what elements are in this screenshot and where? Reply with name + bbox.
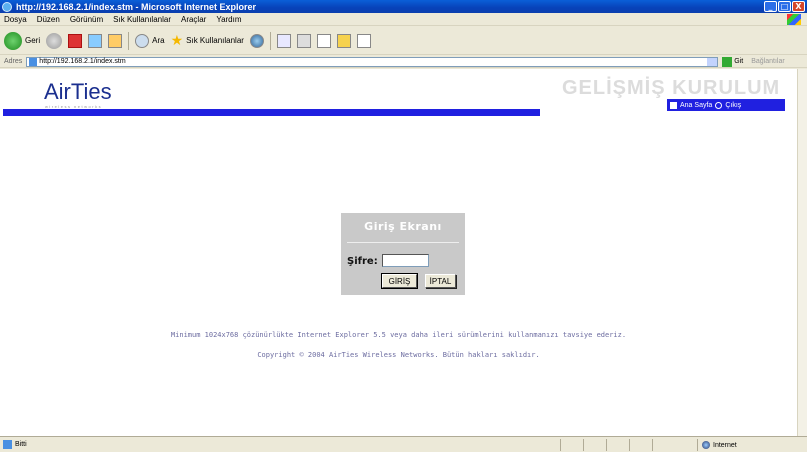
star-icon: ★ — [170, 32, 184, 48]
status-cells — [560, 439, 675, 451]
toolbar: Geri Ara ★ Sık Kullanılanlar — [0, 27, 807, 55]
favorites-button[interactable]: ★ Sık Kullanılanlar — [171, 32, 244, 49]
address-url: http://192.168.2.1/index.stm — [39, 58, 126, 65]
cancel-button[interactable]: İPTAL — [425, 274, 456, 288]
menu-bar: Dosya Düzen Görünüm Sık Kullanılanlar Ar… — [0, 13, 807, 26]
page-done-icon — [3, 440, 12, 449]
search-icon — [135, 33, 150, 48]
back-button[interactable]: Geri — [4, 31, 41, 50]
maximize-button[interactable]: □ — [778, 1, 791, 12]
status-bar: Bitti Internet — [0, 436, 807, 452]
back-label: Geri — [25, 36, 41, 45]
media-icon[interactable] — [249, 33, 264, 48]
mail-icon[interactable] — [276, 33, 291, 48]
login-panel: Giriş Ekranı Şifre: GİRİŞ İPTAL — [341, 213, 465, 295]
edit-icon[interactable] — [316, 33, 331, 48]
menu-edit[interactable]: Düzen — [37, 15, 60, 24]
airties-logo: AirTies wireless networks — [44, 79, 112, 109]
toolbar-separator — [128, 31, 130, 50]
close-button[interactable]: X — [792, 1, 805, 12]
menu-help[interactable]: Yardım — [216, 15, 241, 24]
print-icon[interactable] — [296, 33, 311, 48]
window-title: http://192.168.2.1/index.stm - Microsoft… — [16, 1, 257, 12]
zone-label: Internet — [713, 441, 737, 449]
menu-view[interactable]: Görünüm — [70, 15, 103, 24]
forward-arrow-icon — [46, 32, 63, 49]
nav-box: Ana Sayfa Çıkış — [667, 99, 785, 111]
address-label: Adres — [4, 58, 23, 65]
password-label: Şifre: — [347, 256, 378, 267]
toolbar-separator — [269, 31, 271, 50]
login-button[interactable]: GİRİŞ — [381, 273, 418, 289]
back-arrow-icon — [4, 31, 22, 50]
menu-tools[interactable]: Araçlar — [181, 15, 206, 24]
vertical-scrollbar[interactable] — [797, 69, 807, 436]
home-icon[interactable] — [108, 33, 123, 48]
page-content: AirTies wireless networks GELİŞMİŞ KURUL… — [0, 69, 797, 436]
globe-icon — [702, 441, 710, 449]
resolution-note: Minimum 1024x768 çözünürlükte Internet E… — [170, 331, 627, 339]
messenger-icon[interactable] — [356, 33, 371, 48]
address-input[interactable]: http://192.168.2.1/index.stm — [26, 56, 719, 67]
go-button[interactable]: Git — [722, 56, 744, 67]
chevron-down-icon[interactable] — [707, 57, 718, 66]
page-title: GELİŞMİŞ KURULUM — [562, 77, 781, 99]
home-icon — [670, 101, 677, 109]
links-button[interactable]: Bağlantılar — [751, 58, 784, 65]
search-label: Ara — [152, 36, 165, 45]
forward-button[interactable] — [46, 32, 63, 49]
status-text: Bitti — [15, 441, 27, 448]
copyright-text: Copyright © 2004 AirTies Wireless Networ… — [257, 351, 540, 359]
nav-exit-link[interactable]: Çıkış — [725, 102, 741, 109]
stop-icon[interactable] — [68, 33, 83, 48]
windows-flag-icon — [787, 14, 801, 25]
minimize-button[interactable]: _ — [764, 1, 777, 12]
menu-file[interactable]: Dosya — [4, 15, 27, 24]
login-title: Giriş Ekranı — [364, 220, 442, 233]
logo-text: AirTies — [44, 79, 112, 104]
ie-logo-icon — [2, 1, 12, 12]
password-input[interactable] — [382, 254, 429, 267]
exit-icon — [715, 101, 723, 109]
address-bar: Adres http://192.168.2.1/index.stm Git B… — [0, 56, 807, 68]
folder-icon[interactable] — [336, 33, 351, 48]
nav-home-link[interactable]: Ana Sayfa — [680, 102, 712, 109]
favorites-label: Sık Kullanılanlar — [186, 36, 244, 45]
refresh-icon[interactable] — [88, 33, 103, 48]
menu-favorites[interactable]: Sık Kullanılanlar — [113, 15, 171, 24]
go-arrow-icon — [722, 56, 733, 67]
login-divider — [347, 242, 459, 243]
page-icon — [29, 57, 38, 66]
search-button[interactable]: Ara — [135, 33, 165, 48]
go-label: Git — [734, 58, 744, 65]
security-zone: Internet — [697, 439, 737, 451]
title-bar: http://192.168.2.1/index.stm - Microsoft… — [0, 0, 807, 13]
header-divider — [3, 109, 540, 116]
